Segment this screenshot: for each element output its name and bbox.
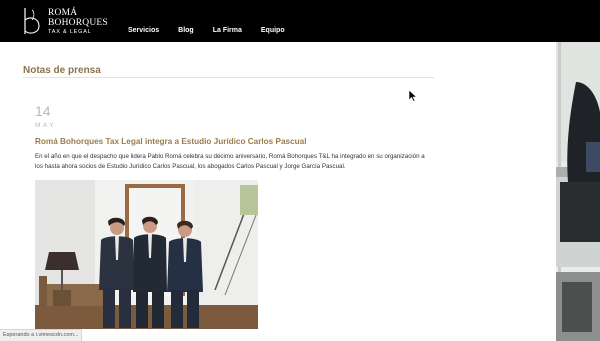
nav-la-firma[interactable]: La Firma: [213, 27, 242, 34]
logo-line-1: ROMÁ: [48, 8, 78, 18]
main-nav: Servicios Blog La Firma Equipo: [128, 27, 304, 34]
site-header: ROMÁ BOHORQUES TAX & LEGAL Servicios Blo…: [0, 0, 600, 42]
article-title-link[interactable]: Romá Bohorques Tax Legal integra a Estud…: [35, 137, 306, 146]
article-date-month: MAY: [35, 122, 57, 129]
article-date-day: 14: [35, 103, 51, 119]
mouse-cursor-icon: [408, 90, 417, 102]
nav-servicios[interactable]: Servicios: [128, 27, 159, 34]
browser-status-bar: Esperando a i.vimeocdn.com...: [0, 329, 82, 341]
logo-mark-icon: [24, 8, 40, 34]
article-excerpt: En el año en que el despacho que lidera …: [35, 153, 425, 170]
section-title: Notas de prensa: [23, 65, 101, 76]
logo-line-3: TAX & LEGAL: [48, 29, 92, 35]
logo-line-2: BOHORQUES: [48, 18, 108, 28]
nav-blog[interactable]: Blog: [178, 27, 194, 34]
section-divider: [23, 77, 434, 78]
nav-equipo[interactable]: Equipo: [261, 27, 285, 34]
article-photo[interactable]: [35, 180, 258, 329]
logo-text: ROMÁ BOHORQUES TAX & LEGAL: [48, 8, 108, 36]
logo[interactable]: ROMÁ BOHORQUES TAX & LEGAL: [22, 6, 112, 38]
side-photo: [556, 42, 600, 341]
